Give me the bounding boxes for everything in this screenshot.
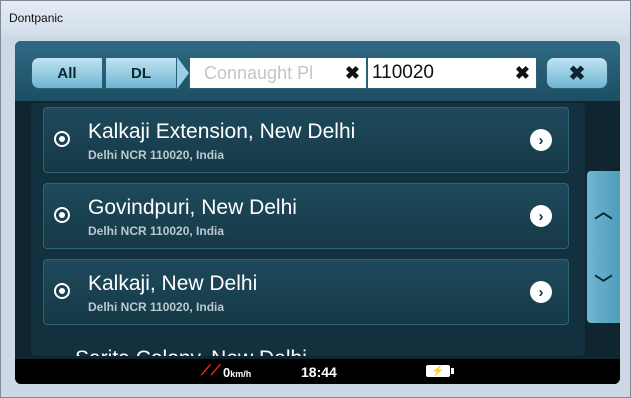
zip-input[interactable]: 110020 ✖: [367, 57, 537, 89]
breadcrumb-arrow-icon: [177, 57, 189, 89]
window-title: Dontpanic: [9, 11, 64, 25]
clock: 18:44: [301, 364, 337, 380]
street-input[interactable]: Connaught Pl ✖: [189, 57, 367, 89]
navigation-app: All DL Connaught Pl ✖ 110020 ✖ ✖ Kalkaji…: [15, 41, 620, 384]
chevron-right-icon[interactable]: ›: [530, 129, 552, 151]
app-window: Dontpanic All DL Connaught Pl ✖ 110020 ✖…: [0, 0, 631, 398]
result-item[interactable]: Govindpuri, New Delhi Delhi NCR 110020, …: [43, 183, 569, 249]
scrollbar[interactable]: ︿ ﹀: [587, 171, 620, 323]
speed-unit: km/h: [230, 369, 252, 379]
speed-readout: 0km/h: [223, 365, 251, 380]
clear-zip-icon[interactable]: ✖: [515, 63, 530, 84]
chevron-right-icon[interactable]: ›: [530, 281, 552, 303]
battery-charging-icon: ⚡: [426, 365, 454, 377]
radio-icon[interactable]: [54, 283, 70, 299]
chevron-up-icon[interactable]: ︿: [591, 199, 616, 223]
results-list: Kalkaji Extension, New Delhi Delhi NCR 1…: [31, 103, 585, 356]
result-item[interactable]: Kalkaji, New Delhi Delhi NCR 110020, Ind…: [43, 259, 569, 325]
result-title: Kalkaji Extension, New Delhi: [88, 120, 356, 143]
result-item[interactable]: Kalkaji Extension, New Delhi Delhi NCR 1…: [43, 107, 569, 173]
result-subtitle: Delhi NCR 110020, India: [88, 148, 225, 162]
chevron-right-icon[interactable]: ›: [530, 205, 552, 227]
state-dl-button[interactable]: DL: [105, 57, 177, 89]
radio-icon[interactable]: [54, 131, 70, 147]
street-placeholder: Connaught Pl: [204, 62, 314, 83]
result-subtitle: Delhi NCR 110020, India: [88, 224, 225, 238]
radio-icon[interactable]: [54, 207, 70, 223]
close-button[interactable]: ✖: [546, 57, 608, 89]
result-title: Kalkaji, New Delhi: [88, 272, 258, 295]
search-toolbar: All DL Connaught Pl ✖ 110020 ✖ ✖: [15, 41, 620, 101]
speed-icon: ⟋⟋: [201, 362, 221, 378]
result-subtitle: Delhi NCR 110020, India: [88, 300, 225, 314]
zip-value: 110020: [372, 62, 434, 83]
result-title: Govindpuri, New Delhi: [88, 196, 297, 219]
chevron-down-icon[interactable]: ﹀: [591, 271, 616, 295]
country-all-button[interactable]: All: [31, 57, 103, 89]
clear-street-icon[interactable]: ✖: [345, 63, 360, 84]
title-bar: Dontpanic: [1, 1, 630, 37]
status-bar: ⟋⟋ 0km/h 18:44 ⚡: [15, 359, 620, 384]
partial-result-title[interactable]: Sarita Colony, New Delhi: [75, 347, 307, 356]
